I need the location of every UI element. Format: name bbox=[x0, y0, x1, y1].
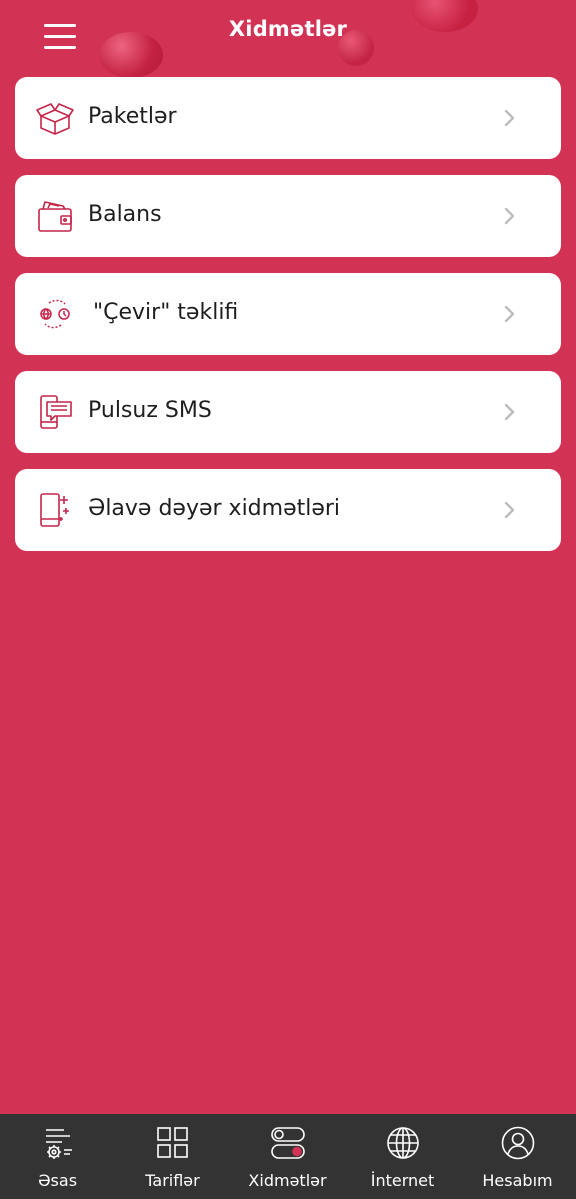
service-item-pulsuz-sms[interactable]: Pulsuz SMS bbox=[15, 371, 561, 453]
tab-label: Xidmətlər bbox=[248, 1171, 327, 1190]
tab-label: Əsas bbox=[37, 1171, 78, 1190]
grid-icon bbox=[155, 1125, 191, 1161]
tab-label: Hesabım bbox=[482, 1171, 553, 1190]
globe-icon bbox=[385, 1125, 421, 1161]
chevron-right-icon bbox=[504, 207, 515, 225]
tab-label: İnternet bbox=[370, 1171, 435, 1190]
sms-icon bbox=[35, 392, 75, 432]
service-label: Əlavə dəyər xidmətləri bbox=[88, 496, 341, 521]
service-label: "Çevir" təklifi bbox=[93, 300, 239, 325]
chevron-right-icon bbox=[504, 109, 515, 127]
tab-label: Tariflər bbox=[145, 1171, 200, 1190]
tab-esas[interactable]: Əsas bbox=[0, 1114, 115, 1199]
app-header: Xidmətlər bbox=[0, 0, 576, 70]
box-icon bbox=[35, 98, 75, 138]
chevron-right-icon bbox=[504, 403, 515, 421]
chevron-right-icon bbox=[504, 501, 515, 519]
phone-plus-icon bbox=[35, 490, 75, 530]
convert-icon bbox=[35, 294, 75, 334]
service-label: Balans bbox=[88, 202, 162, 227]
service-label: Paketlər bbox=[88, 104, 177, 129]
home-settings-icon bbox=[40, 1125, 76, 1161]
tab-xidmetler[interactable]: Xidmətlər bbox=[230, 1114, 345, 1199]
tab-tarifler[interactable]: Tariflər bbox=[115, 1114, 230, 1199]
service-item-balans[interactable]: Balans bbox=[15, 175, 561, 257]
service-label: Pulsuz SMS bbox=[88, 398, 212, 423]
tab-internet[interactable]: İnternet bbox=[345, 1114, 460, 1199]
services-list: Paketlər Balans "Çevir" təklifi Pulsuz S… bbox=[15, 77, 561, 567]
chevron-right-icon bbox=[504, 305, 515, 323]
service-item-paketler[interactable]: Paketlər bbox=[15, 77, 561, 159]
bottom-tab-bar: Əsas Tariflər Xidmətlər İnternet Hesabım bbox=[0, 1114, 576, 1199]
toggle-icon bbox=[270, 1125, 306, 1161]
tab-hesabim[interactable]: Hesabım bbox=[460, 1114, 575, 1199]
user-icon bbox=[500, 1125, 536, 1161]
service-item-elave-deyer[interactable]: Əlavə dəyər xidmətləri bbox=[15, 469, 561, 551]
service-item-cevir[interactable]: "Çevir" təklifi bbox=[15, 273, 561, 355]
wallet-icon bbox=[35, 196, 75, 236]
page-title: Xidmətlər bbox=[228, 17, 348, 41]
